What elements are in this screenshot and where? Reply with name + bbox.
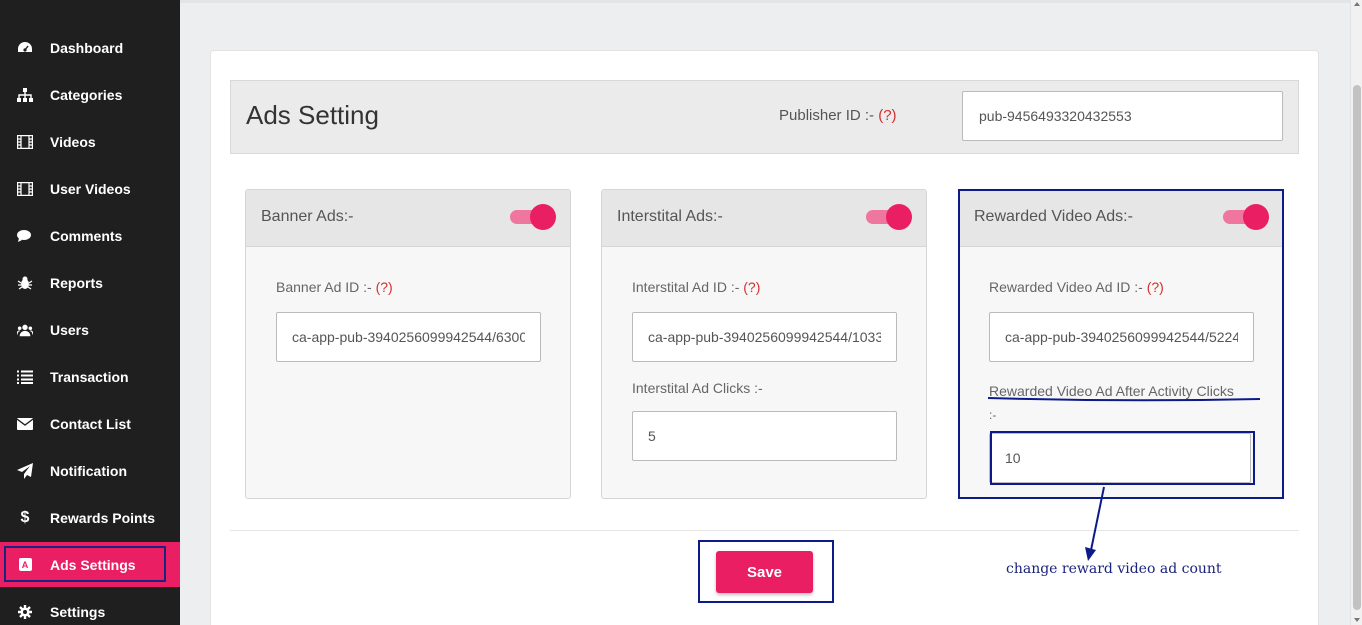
banner-ad-id-label: Banner Ad ID :- (?) — [276, 279, 393, 295]
publisher-id-input[interactable] — [962, 91, 1283, 141]
sidebar-item-label: Transaction — [50, 368, 129, 385]
sidebar-item-dashboard[interactable]: Dashboard — [0, 24, 180, 71]
toggle-knob — [530, 204, 556, 230]
label-suffix: :- — [989, 408, 997, 422]
list-icon — [17, 369, 33, 385]
interstitial-ad-id-input[interactable] — [632, 312, 897, 362]
scroll-down-arrow-icon[interactable] — [1354, 618, 1360, 622]
paper-plane-icon — [17, 462, 33, 479]
panel-title: Interstital Ads:- — [617, 208, 723, 225]
rewarded-video-ad-clicks-input[interactable] — [989, 433, 1251, 483]
interstitial-ad-clicks-input[interactable] — [632, 411, 897, 461]
interstitial-ads-panel: Interstital Ads:- Interstital Ad ID :- (… — [601, 189, 927, 499]
banner-ads-panel: Banner Ads:- Banner Ad ID :- (?) — [245, 189, 571, 499]
sidebar-item-categories[interactable]: Categories — [0, 71, 180, 118]
rewarded-video-ads-toggle[interactable] — [1223, 204, 1269, 230]
panel-header: Interstital Ads:- — [602, 190, 926, 247]
label-text: Rewarded Video Ad After Activity Clicks — [989, 383, 1234, 399]
sidebar-item-comments[interactable]: Comments — [0, 212, 180, 259]
comments-icon — [17, 228, 33, 244]
help-icon[interactable]: (?) — [376, 279, 393, 295]
publisher-id-label: Publisher ID :- (?) — [779, 107, 897, 124]
sidebar-item-label: Dashboard — [50, 39, 124, 56]
sidebar-item-user-videos[interactable]: User Videos — [0, 165, 180, 212]
film-icon — [17, 134, 33, 150]
sidebar-item-label: Users — [50, 321, 89, 338]
gear-icon — [17, 604, 33, 620]
highlight-outline — [4, 546, 166, 582]
help-icon[interactable]: (?) — [878, 107, 896, 124]
top-strip — [180, 0, 1350, 3]
dashboard-icon — [17, 40, 33, 56]
sidebar-item-label: Notification — [50, 462, 127, 479]
toggle-knob — [886, 204, 912, 230]
publisher-id-label-text: Publisher ID :- — [779, 107, 875, 124]
sidebar-item-label: Comments — [50, 227, 123, 244]
sidebar: Dashboard Categories Videos User Videos … — [0, 0, 180, 625]
sidebar-item-label: Contact List — [50, 415, 131, 432]
sidebar-item-settings[interactable]: Settings — [0, 588, 180, 625]
sidebar-item-transaction[interactable]: Transaction — [0, 353, 180, 400]
sidebar-item-label: Settings — [50, 603, 106, 620]
scroll-up-arrow-icon[interactable] — [1354, 2, 1360, 6]
film-icon — [17, 181, 33, 197]
banner-ads-toggle[interactable] — [510, 204, 556, 230]
label-text: Interstital Ad ID :- — [632, 279, 740, 295]
sidebar-item-videos[interactable]: Videos — [0, 118, 180, 165]
users-icon — [17, 322, 33, 338]
interstitial-ad-clicks-label: Interstital Ad Clicks :- — [632, 380, 763, 396]
label-text: Rewarded Video Ad ID :- — [989, 279, 1143, 295]
sidebar-item-label: Reports — [50, 274, 103, 291]
save-button[interactable]: Save — [716, 551, 813, 593]
divider — [230, 530, 1299, 531]
dollar-icon: $ — [20, 508, 30, 526]
help-icon[interactable]: (?) — [1147, 279, 1164, 295]
sitemap-icon — [17, 87, 33, 103]
bug-icon — [17, 275, 33, 291]
rewarded-video-ads-panel: Rewarded Video Ads:- Rewarded Video Ad I… — [958, 189, 1284, 499]
sidebar-item-label: User Videos — [50, 180, 131, 197]
page-title: Ads Setting — [246, 100, 379, 130]
sidebar-item-rewards-points[interactable]: $ Rewards Points — [0, 494, 180, 541]
help-icon[interactable]: (?) — [743, 279, 760, 295]
sidebar-item-users[interactable]: Users — [0, 306, 180, 353]
envelope-icon — [17, 416, 33, 432]
banner-ad-id-input[interactable] — [276, 312, 541, 362]
rewarded-video-ad-id-input[interactable] — [989, 312, 1254, 362]
toggle-knob — [1243, 204, 1269, 230]
sidebar-item-contact-list[interactable]: Contact List — [0, 400, 180, 447]
sidebar-item-ads-settings[interactable]: A Ads Settings — [0, 542, 180, 587]
panel-header: Banner Ads:- — [246, 190, 570, 247]
rewarded-video-ad-id-label: Rewarded Video Ad ID :- (?) — [989, 279, 1164, 295]
rewarded-video-ad-clicks-label: Rewarded Video Ad After Activity Clicks … — [989, 380, 1269, 427]
sidebar-item-notification[interactable]: Notification — [0, 447, 180, 494]
panel-title: Banner Ads:- — [261, 208, 354, 225]
sidebar-item-label: Rewards Points — [50, 509, 156, 526]
panel-title: Rewarded Video Ads:- — [974, 208, 1133, 225]
label-text: Banner Ad ID :- — [276, 279, 372, 295]
interstitial-ads-toggle[interactable] — [866, 204, 912, 230]
sidebar-item-label: Categories — [50, 86, 123, 103]
vertical-scrollbar[interactable] — [1350, 0, 1362, 625]
interstitial-ad-id-label: Interstital Ad ID :- (?) — [632, 279, 760, 295]
scrollbar-thumb[interactable] — [1353, 85, 1361, 610]
sidebar-item-reports[interactable]: Reports — [0, 259, 180, 306]
panel-header: Rewarded Video Ads:- — [959, 190, 1283, 247]
sidebar-item-label: Videos — [50, 133, 96, 150]
annotation-text: change reward video ad count — [1006, 561, 1222, 577]
